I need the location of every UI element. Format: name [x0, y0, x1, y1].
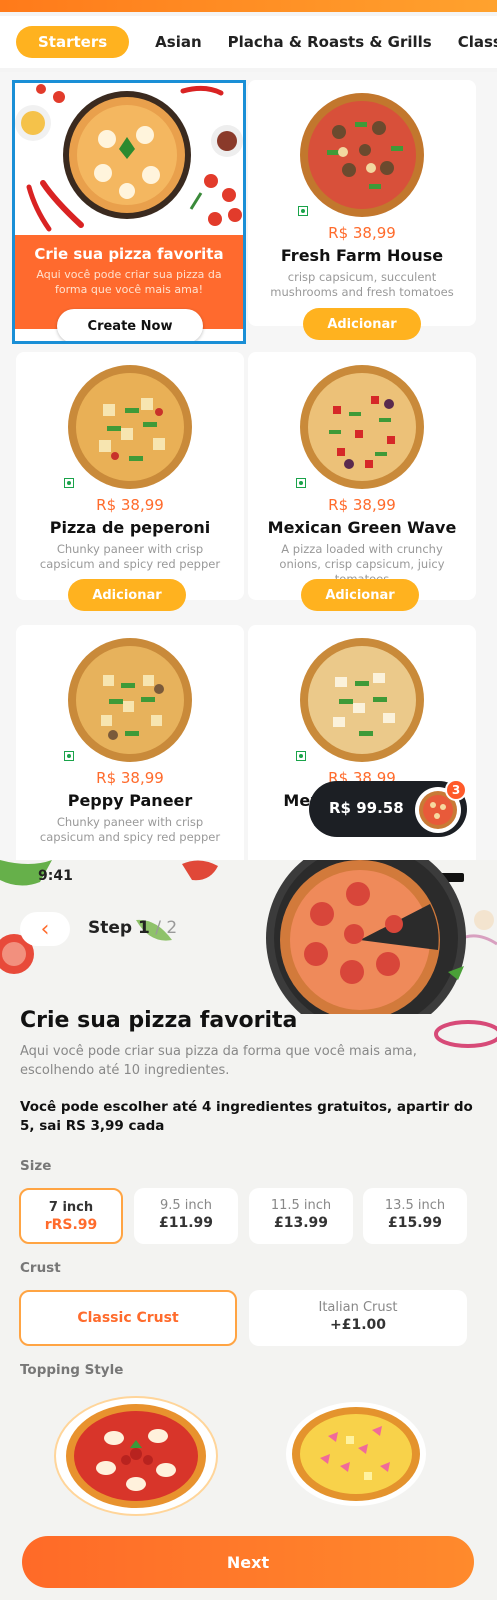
category-tabs: Starters Asian Placha & Roasts & Grills … — [0, 16, 497, 68]
size-price: £15.99 — [387, 1215, 443, 1231]
cart-summary-button[interactable]: R$ 99.58 3 — [309, 779, 467, 837]
pizza-builder-screen: 9:41 ‹ Step 1 / 2 Crie sua pizza favorit… — [0, 860, 497, 1600]
size-price: £13.99 — [273, 1215, 329, 1231]
add-button[interactable]: Adicionar — [68, 579, 186, 611]
ingredients-note: Você pode escolher até 4 ingredientes gr… — [20, 1099, 473, 1134]
size-name: 11.5 inch — [270, 1198, 332, 1213]
crust-price: +£1.00 — [329, 1317, 386, 1333]
product-price: R$ 38,99 — [96, 769, 164, 787]
product-price: R$ 38,99 — [328, 496, 396, 514]
product-description: Chunky paneer with crisp capsicum and sp… — [39, 542, 221, 571]
next-button[interactable]: Next — [22, 1536, 474, 1588]
builder-title: Crie sua pizza favorita — [20, 1008, 298, 1033]
size-name: 7 inch — [48, 1200, 94, 1215]
cart-count-badge: 3 — [445, 779, 467, 801]
veg-icon — [296, 751, 306, 761]
product-grid: Crie sua pizza favorita Aqui você pode c… — [0, 72, 497, 860]
product-card-fresh-farm-house[interactable]: R$ 38,99 Fresh Farm House crisp capsicum… — [248, 80, 476, 326]
step-total: / 2 — [149, 918, 178, 938]
veg-icon — [296, 478, 306, 488]
chevron-left-icon: ‹ — [40, 916, 50, 942]
size-option-13-5-inch[interactable]: 13.5 inch £15.99 — [363, 1188, 467, 1244]
tab-asian[interactable]: Asian — [155, 33, 201, 51]
size-section-label: Size — [20, 1158, 52, 1174]
step-label: Step — [88, 918, 138, 938]
size-price: £11.99 — [158, 1215, 214, 1231]
product-card-pizza-de-peperoni[interactable]: R$ 38,99 Pizza de peperoni Chunky paneer… — [16, 352, 244, 600]
product-card-peppy-paneer[interactable]: R$ 38,99 Peppy Paneer Chunky paneer with… — [16, 625, 244, 860]
product-price: R$ 38,99 — [96, 496, 164, 514]
top-strip — [0, 0, 497, 12]
pizza-image — [299, 92, 425, 218]
size-option-9-5-inch[interactable]: 9.5 inch £11.99 — [134, 1188, 238, 1244]
back-button[interactable]: ‹ — [20, 912, 70, 946]
product-description: Chunky paneer with crisp capsicum and sp… — [39, 815, 221, 844]
pizza-image — [67, 364, 193, 490]
tab-placha-roasts-grills[interactable]: Placha & Roasts & Grills — [228, 33, 432, 51]
create-pizza-card[interactable]: Crie sua pizza favorita Aqui você pode c… — [12, 80, 246, 344]
pizza-image — [67, 637, 193, 763]
topping-style-hawaiian[interactable] — [276, 1396, 440, 1516]
crust-option-classic[interactable]: Classic Crust — [19, 1290, 237, 1346]
size-option-11-5-inch[interactable]: 11.5 inch £13.99 — [249, 1188, 353, 1244]
product-description: crisp capsicum, succulent mushrooms and … — [270, 270, 454, 299]
product-name: Peppy Paneer — [67, 791, 193, 810]
size-price: rRS.99 — [44, 1217, 98, 1233]
topping-style-section-label: Topping Style — [20, 1362, 124, 1378]
veg-icon — [298, 206, 308, 216]
product-name: Mexican Green Wave — [267, 518, 457, 537]
crust-name: Italian Crust — [318, 1300, 398, 1315]
size-option-7-inch[interactable]: 7 inch rRS.99 — [19, 1188, 123, 1244]
tab-classic[interactable]: Classic — [458, 33, 497, 51]
pizza-image — [299, 364, 425, 490]
tab-starters[interactable]: Starters — [16, 26, 130, 58]
crust-name: Classic Crust — [77, 1310, 179, 1326]
step-indicator: Step 1 / 2 — [88, 918, 177, 938]
create-now-button[interactable]: Create Now — [57, 309, 203, 341]
veg-icon — [64, 751, 74, 761]
pizza-preview-image — [262, 860, 476, 1038]
crust-section-label: Crust — [20, 1260, 61, 1276]
topping-style-margherita[interactable] — [54, 1396, 218, 1516]
product-card-mexican-green-wave[interactable]: R$ 38,99 Mexican Green Wave A pizza load… — [248, 352, 476, 600]
create-pizza-image — [15, 83, 243, 235]
product-price: R$ 38,99 — [328, 224, 396, 242]
create-pizza-title: Crie sua pizza favorita — [34, 245, 224, 263]
crust-option-italian[interactable]: Italian Crust +£1.00 — [249, 1290, 467, 1346]
step-current: 1 — [138, 918, 150, 938]
add-button[interactable]: Adicionar — [301, 579, 419, 611]
product-name: Fresh Farm House — [280, 246, 444, 265]
size-name: 13.5 inch — [384, 1198, 446, 1213]
product-name: Pizza de peperoni — [49, 518, 211, 537]
pizza-image — [299, 637, 425, 763]
cart-total: R$ 99.58 — [329, 799, 404, 817]
veg-icon — [64, 478, 74, 488]
status-time: 9:41 — [38, 868, 73, 884]
add-button[interactable]: Adicionar — [303, 308, 421, 340]
create-pizza-subtitle: Aqui você pode criar sua pizza da forma … — [36, 268, 222, 296]
size-name: 9.5 inch — [159, 1198, 213, 1213]
builder-subtitle: Aqui você pode criar sua pizza da forma … — [20, 1044, 417, 1078]
